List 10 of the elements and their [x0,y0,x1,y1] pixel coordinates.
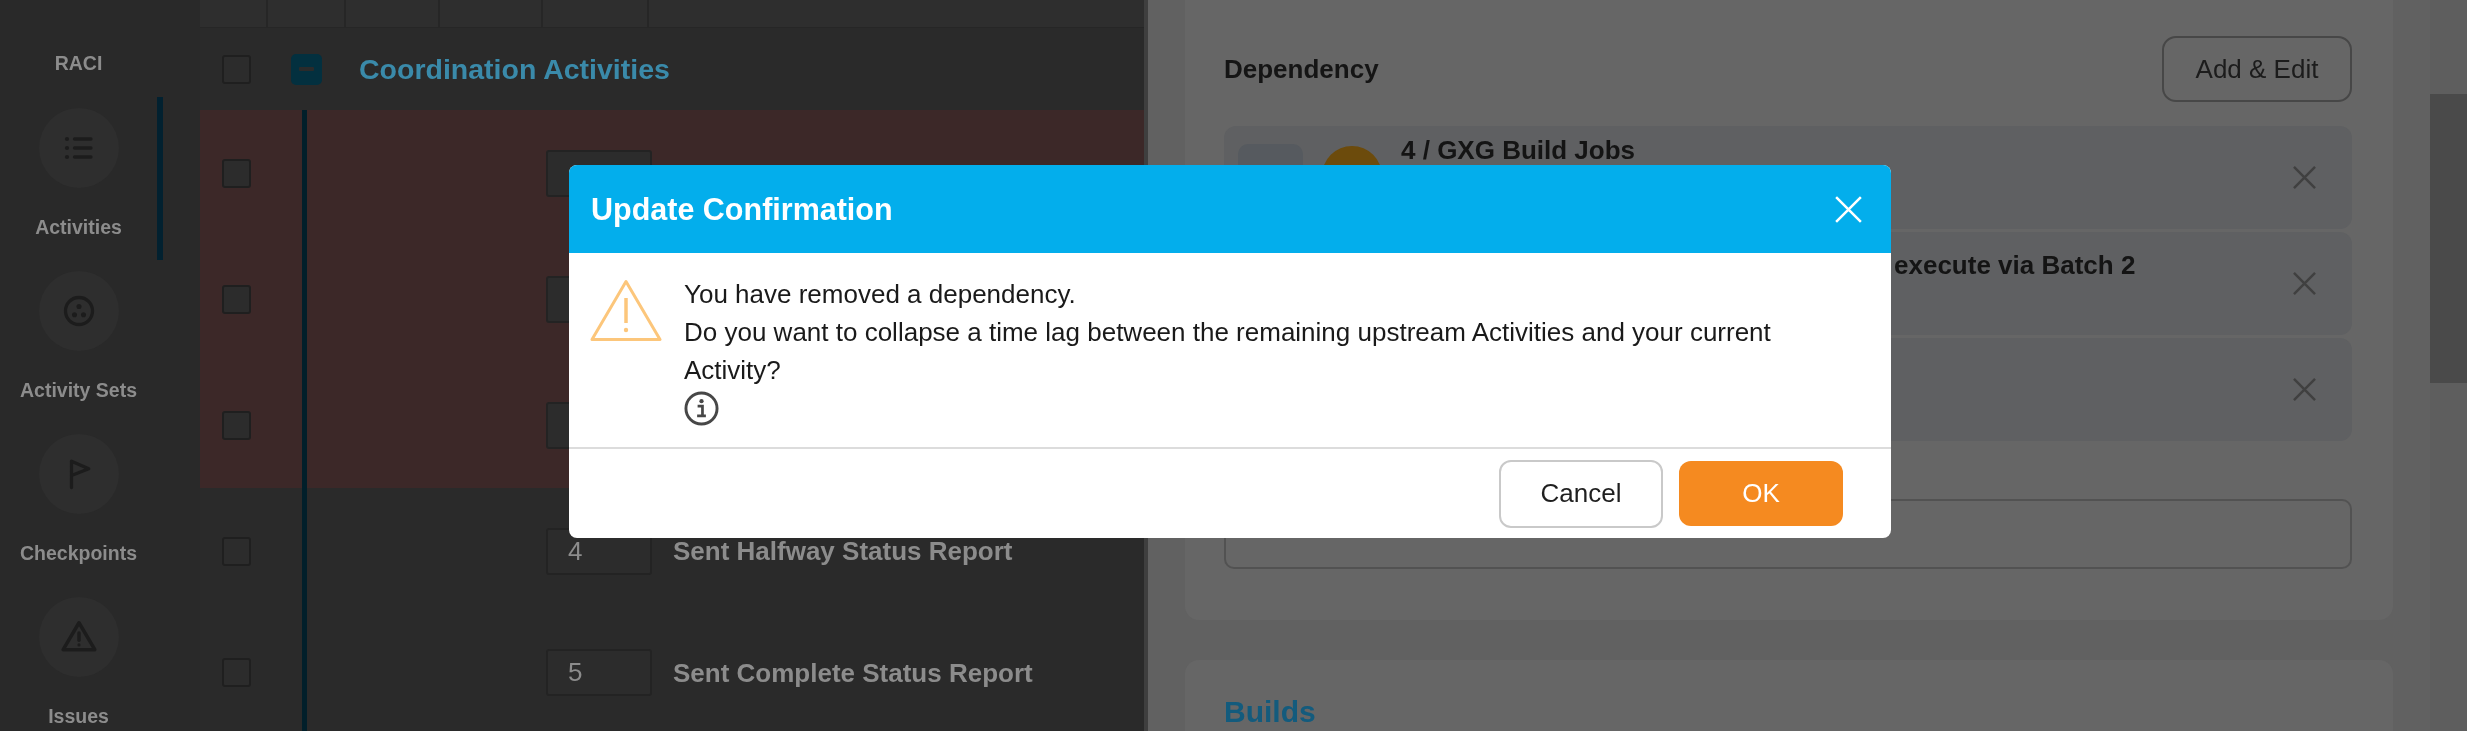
section-title: Dependency [1224,54,1379,84]
dialog-title: Update Confirmation [591,191,893,227]
section-title: Builds [1224,695,1316,728]
dialog-message: Do you want to collapse a time lag between the remaining upstream Activities and your current Activity? [684,316,1772,387]
activity-title: Sent Complete Status Report [673,657,1033,688]
activity-title: Sent Halfway Status Report [673,536,1013,566]
dependency-title: execute via Batch 2 [1894,250,2136,280]
dependency-title: 4 / GXG Build Jobs [1401,137,1636,163]
dialog-message: You have removed a dependency. [684,278,1076,311]
group-title: Coordination Activities [359,52,670,86]
